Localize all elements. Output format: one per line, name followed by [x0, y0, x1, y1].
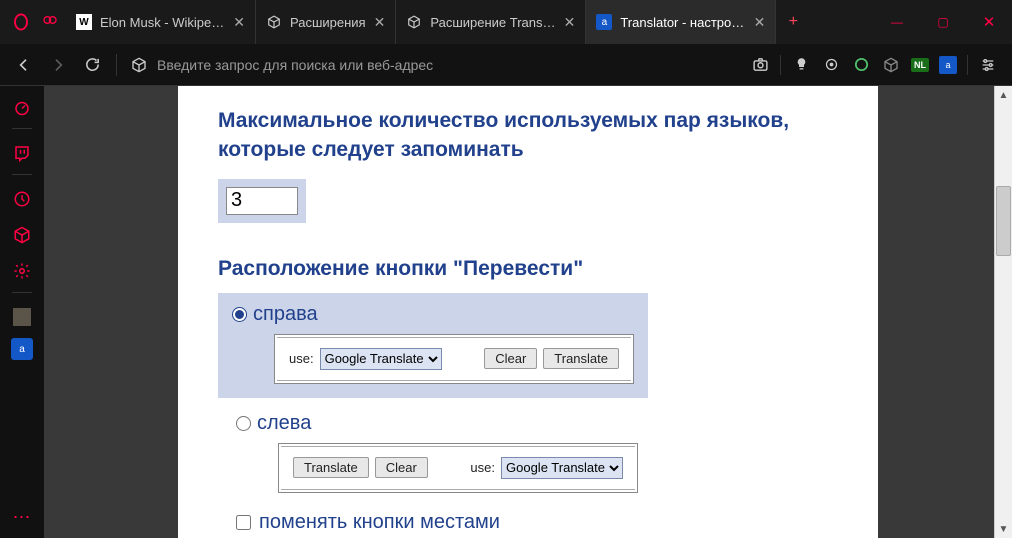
- radio-left-label: слева: [257, 412, 311, 435]
- new-tab-button[interactable]: +: [776, 0, 810, 44]
- reload-button[interactable]: [82, 56, 102, 73]
- wikipedia-favicon-icon: W: [76, 14, 92, 30]
- easy-setup-icon[interactable]: [978, 55, 998, 75]
- clear-button[interactable]: Clear: [484, 348, 537, 369]
- translator-ext-icon[interactable]: а: [939, 56, 957, 74]
- forward-button[interactable]: [48, 57, 68, 73]
- history-sidebar-icon[interactable]: [7, 184, 37, 214]
- title-bar: W Elon Musk - Wikipedia ✕ Расширения ✕ Р…: [0, 0, 1012, 44]
- heading-max-pairs: Максимальное количество используемых пар…: [218, 106, 838, 165]
- close-icon[interactable]: ✕: [374, 14, 386, 31]
- settings-sidebar-icon[interactable]: [7, 256, 37, 286]
- sidebar-more-icon[interactable]: ⋯: [13, 507, 32, 528]
- maximize-button[interactable]: ▢: [920, 0, 966, 44]
- twitch-sidebar-icon[interactable]: [7, 138, 37, 168]
- translator-pin-icon[interactable]: а: [11, 338, 33, 360]
- tab-extensions[interactable]: Расширения ✕: [256, 0, 396, 44]
- scroll-up-icon[interactable]: ▲: [995, 86, 1012, 104]
- radio-left[interactable]: слева: [236, 412, 838, 435]
- ext-location-icon[interactable]: [821, 55, 841, 75]
- pinned-tile-icon[interactable]: [7, 302, 37, 332]
- opera-menu-icon[interactable]: [10, 11, 32, 33]
- close-icon[interactable]: ✕: [233, 14, 245, 31]
- translate-button[interactable]: Translate: [543, 348, 619, 369]
- number-field-wrap: [218, 179, 306, 223]
- tab-extension-translator[interactable]: Расширение Translator ✕: [396, 0, 586, 44]
- tab-wikipedia[interactable]: W Elon Musk - Wikipedia ✕: [66, 0, 256, 44]
- extensions-sidebar-icon[interactable]: [7, 220, 37, 250]
- ext-cube-icon[interactable]: [881, 55, 901, 75]
- tab-label: Расширение Translator: [430, 15, 555, 30]
- url-placeholder: Введите запрос для поиска или веб-адрес: [157, 57, 433, 73]
- provider-select[interactable]: Google Translate: [320, 348, 442, 370]
- radio-right[interactable]: справа: [232, 303, 634, 326]
- provider-select[interactable]: Google Translate: [501, 457, 623, 479]
- ext-lightbulb-icon[interactable]: [791, 55, 811, 75]
- sidebar: а ⋯: [0, 86, 44, 538]
- use-label: use:: [289, 351, 314, 366]
- swap-checkbox[interactable]: [236, 515, 251, 530]
- heart-icon[interactable]: [42, 12, 58, 33]
- scroll-down-icon[interactable]: ▼: [995, 520, 1012, 538]
- tab-label: Translator - настройки: [620, 15, 745, 30]
- radio-right-input[interactable]: [232, 307, 247, 322]
- nl-badge-icon[interactable]: NL: [911, 58, 929, 72]
- max-pairs-input[interactable]: [226, 187, 298, 215]
- swap-checkbox-row[interactable]: поменять кнопки местами: [236, 511, 838, 534]
- address-toolbar: Введите запрос для поиска или веб-адрес …: [0, 44, 1012, 86]
- page-viewport: Максимальное количество используемых пар…: [44, 86, 1012, 538]
- preview-left: Translate Clear use: Google Translate: [278, 443, 638, 493]
- tab-translator-settings[interactable]: а Translator - настройки ✕: [586, 0, 776, 44]
- use-label: use:: [470, 460, 495, 475]
- site-info-icon[interactable]: [131, 57, 147, 73]
- heading-button-position: Расположение кнопки "Перевести": [218, 257, 838, 281]
- tab-label: Elon Musk - Wikipedia: [100, 15, 225, 30]
- close-button[interactable]: ✕: [966, 0, 1012, 44]
- radio-right-label: справа: [253, 303, 318, 326]
- cube-favicon-icon: [266, 14, 282, 30]
- snapshot-icon[interactable]: [750, 55, 770, 75]
- swap-label: поменять кнопки местами: [259, 511, 500, 534]
- translator-favicon-icon: а: [596, 14, 612, 30]
- ext-circle-icon[interactable]: [851, 55, 871, 75]
- minimize-button[interactable]: —: [874, 0, 920, 44]
- back-button[interactable]: [14, 57, 34, 73]
- tabs-strip: W Elon Musk - Wikipedia ✕ Расширения ✕ Р…: [66, 0, 874, 44]
- address-bar[interactable]: Введите запрос для поиска или веб-адрес: [131, 57, 736, 73]
- speed-dial-icon[interactable]: [7, 92, 37, 122]
- cube-favicon-icon: [406, 14, 422, 30]
- close-icon[interactable]: ✕: [754, 14, 766, 31]
- scrollbar-thumb[interactable]: [996, 186, 1011, 256]
- close-icon[interactable]: ✕: [564, 14, 576, 31]
- option-right-group: справа use: Google Translate Clear Trans…: [218, 293, 648, 398]
- settings-page: Максимальное количество используемых пар…: [178, 86, 878, 538]
- clear-button[interactable]: Clear: [375, 457, 428, 478]
- radio-left-input[interactable]: [236, 416, 251, 431]
- scrollbar[interactable]: ▲ ▼: [994, 86, 1012, 538]
- translate-button[interactable]: Translate: [293, 457, 369, 478]
- preview-right: use: Google Translate Clear Translate: [274, 334, 634, 384]
- tab-label: Расширения: [290, 15, 366, 30]
